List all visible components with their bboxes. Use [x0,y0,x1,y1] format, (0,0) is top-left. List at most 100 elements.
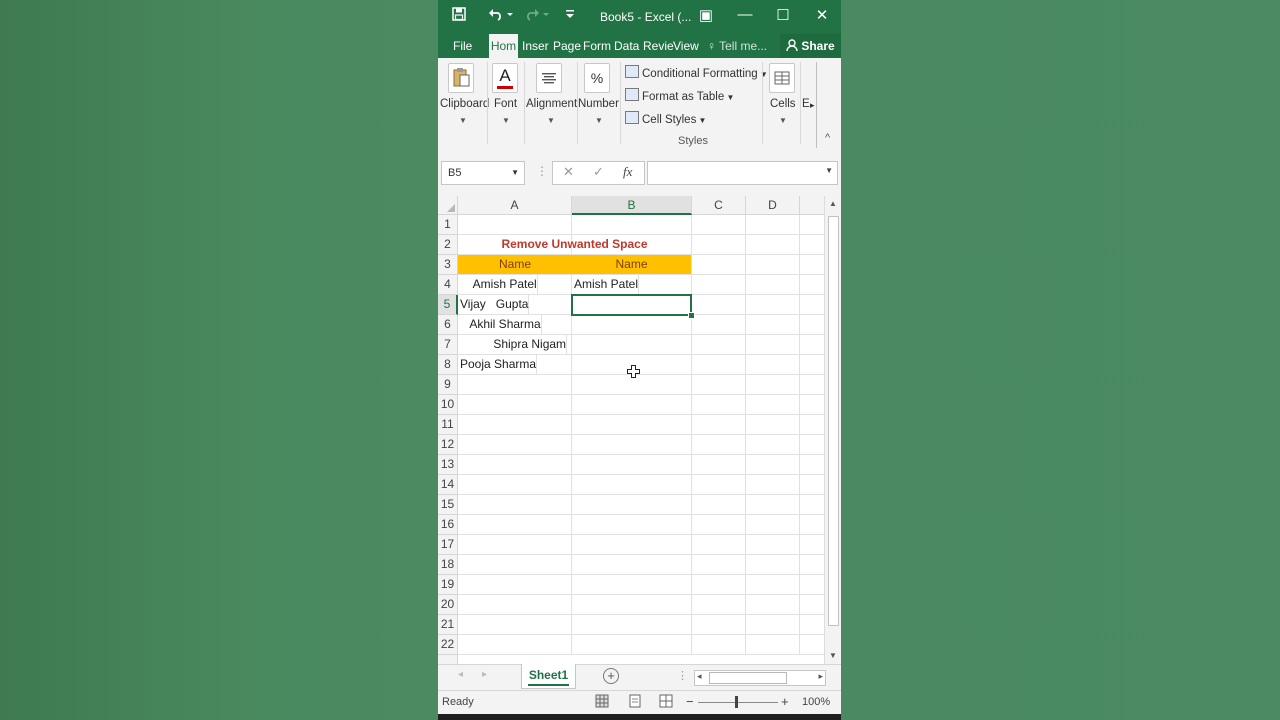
grid-cell[interactable] [800,615,826,635]
format-as-table-button[interactable]: Format as Table ▼ [625,88,734,103]
grid-cell[interactable] [746,355,800,375]
grid-cell[interactable] [572,515,692,535]
tab-page-layout[interactable]: Page [553,34,581,58]
grid-cell[interactable] [692,335,746,355]
grid-cell[interactable] [746,455,800,475]
page-layout-view-icon[interactable] [628,694,642,711]
grid-cell[interactable] [572,495,692,515]
grid-cell[interactable] [458,455,572,475]
grid-cell[interactable] [572,215,692,235]
row-header-10[interactable]: 10 [438,395,458,415]
zoom-slider-thumb[interactable] [735,696,738,708]
row-header-16[interactable]: 16 [438,515,458,535]
grid-cell[interactable] [692,315,746,335]
cancel-icon[interactable]: ✕ [563,164,574,180]
scroll-down-icon[interactable]: ▼ [829,651,837,660]
grid-cell[interactable] [458,635,572,655]
grid-cell[interactable] [572,475,692,495]
worksheet-grid[interactable]: A B C D 1 2 3 4 5 6 7 8 9 10 11 12 13 14 15 16 17 18 19 20 2… [438,196,841,664]
grid-cell[interactable] [572,555,692,575]
grid-cell[interactable] [692,355,746,375]
column-header-e[interactable] [800,196,826,215]
grid-cell[interactable] [458,375,572,395]
grid-cell[interactable] [746,435,800,455]
grid-cell[interactable] [746,515,800,535]
save-icon[interactable] [452,7,466,27]
ribbon-scroll-right-icon[interactable]: ▸ [810,100,815,111]
grid-cell[interactable] [572,595,692,615]
grid-cell[interactable] [458,575,572,595]
grid-cell[interactable] [692,495,746,515]
grid-cell[interactable] [692,535,746,555]
grid-cell[interactable] [800,555,826,575]
row-header-3[interactable]: 3 [438,255,458,275]
active-cell-b5[interactable] [571,294,692,316]
grid-cell[interactable] [572,395,692,415]
expand-formula-icon[interactable]: ▼ [825,166,833,175]
grid-cell[interactable] [692,215,746,235]
grid-cell[interactable] [800,415,826,435]
sheet-tab-sheet1[interactable]: Sheet1 [521,664,576,689]
grid-cell[interactable] [572,415,692,435]
grid-cell[interactable] [746,535,800,555]
column-header-a[interactable]: A [458,196,572,215]
grid-cell[interactable] [746,375,800,395]
grid-cell[interactable] [692,615,746,635]
grid-cell[interactable] [692,515,746,535]
close-button[interactable]: ✕ [811,6,833,24]
row-header-14[interactable]: 14 [438,475,458,495]
row-header-18[interactable]: 18 [438,555,458,575]
row-header-4[interactable]: 4 [438,275,458,295]
horizontal-scrollbar[interactable]: ◂ ▸ [694,670,826,686]
grid-cell[interactable] [746,275,800,295]
cell-a4[interactable]: Amish Patel [460,275,538,295]
zoom-level[interactable]: 100% [802,696,830,708]
row-header-13[interactable]: 13 [438,455,458,475]
grid-cell[interactable] [692,235,746,255]
grid-cell[interactable] [458,415,572,435]
grid-cell[interactable] [458,495,572,515]
grid-cell[interactable] [800,295,826,315]
header-cell-b[interactable]: Name [572,255,692,275]
redo-icon[interactable] [524,7,550,27]
title-cell[interactable]: Remove Unwanted Space [458,235,692,255]
vertical-scrollbar[interactable]: ▲ ▼ [824,196,841,664]
grid-cell[interactable] [800,255,826,275]
row-header-22[interactable]: 22 [438,635,458,655]
row-header-5[interactable]: 5 [438,295,458,315]
grid-cell[interactable] [692,635,746,655]
minimize-button[interactable]: — [734,6,756,23]
grid-cell[interactable] [572,575,692,595]
grid-cell[interactable] [692,255,746,275]
grid-cell[interactable] [692,575,746,595]
grid-cell[interactable] [746,555,800,575]
grid-cell[interactable] [692,435,746,455]
grid-cell[interactable] [746,215,800,235]
zoom-in-icon[interactable]: + [781,694,789,709]
grid-cell[interactable] [800,435,826,455]
row-header-17[interactable]: 17 [438,535,458,555]
row-header-7[interactable]: 7 [438,335,458,355]
column-header-c[interactable]: C [692,196,746,215]
fill-handle[interactable] [688,312,695,319]
row-header-20[interactable]: 20 [438,595,458,615]
ribbon-display-icon[interactable]: ▣ [695,6,717,24]
cell-a7[interactable]: Shipra Nigam [460,335,568,355]
grid-cell[interactable] [692,295,746,315]
formula-input[interactable]: ▼ [647,161,838,185]
grid-cell[interactable] [572,615,692,635]
cells-group[interactable]: Cells ▼ [763,58,799,150]
grid-cell[interactable] [572,535,692,555]
maximize-button[interactable]: ☐ [772,6,794,24]
grid-cell[interactable] [800,515,826,535]
grid-cell[interactable] [692,555,746,575]
grid-cell[interactable] [692,395,746,415]
grid-cell[interactable] [800,475,826,495]
grid-cell[interactable] [458,535,572,555]
grid-cell[interactable] [746,615,800,635]
grid-cell[interactable] [572,435,692,455]
grid-cell[interactable] [692,455,746,475]
grid-cell[interactable] [572,455,692,475]
insert-function-icon[interactable]: fx [623,164,632,180]
row-header-11[interactable]: 11 [438,415,458,435]
